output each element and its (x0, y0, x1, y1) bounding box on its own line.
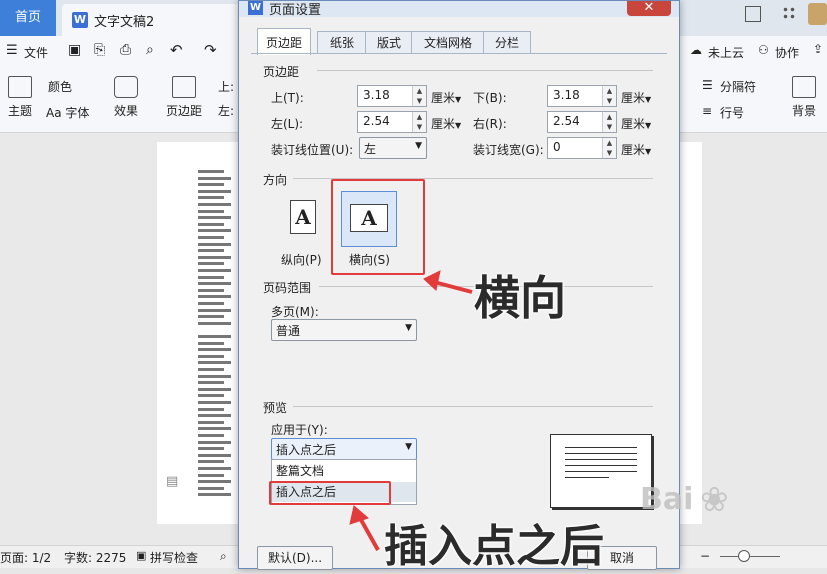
insert-point-callout: 插入点之后 (384, 521, 604, 572)
landscape-callout: 横向 (474, 271, 566, 325)
baidu-watermark: Bai (640, 482, 694, 517)
baidu-paw-icon: ❀ (700, 480, 729, 520)
arrow-to-insert-option (349, 505, 380, 551)
arrow-to-landscape (423, 270, 473, 294)
